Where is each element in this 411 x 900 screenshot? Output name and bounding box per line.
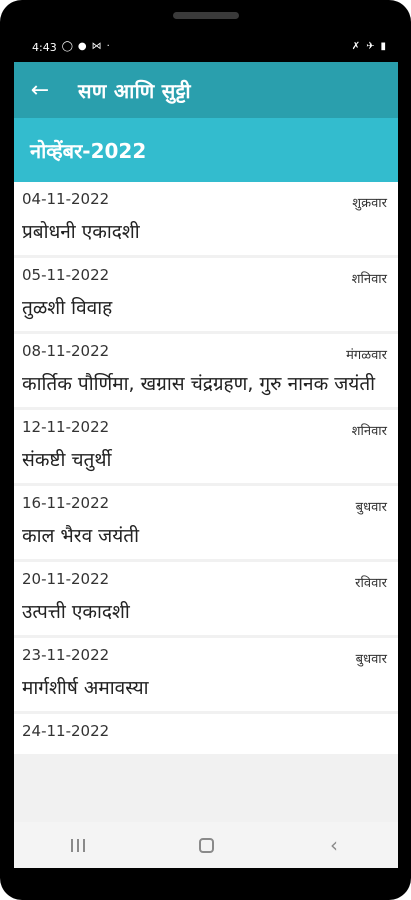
recents-button[interactable] — [48, 822, 108, 868]
system-back-button[interactable]: ‹ — [304, 822, 364, 868]
home-button[interactable] — [176, 822, 236, 868]
recents-icon — [71, 838, 85, 852]
list-item[interactable]: 20-11-2022 रविवार उत्पत्ती एकादशी — [14, 562, 398, 635]
back-button[interactable]: ← — [14, 62, 66, 118]
home-icon — [198, 837, 214, 853]
screen: 4:43 ◯ ● ⋈ · ✗ ✈ ▮ ← सण आणि सुट्टी नोव्ह… — [14, 32, 398, 868]
item-date: 23-11-2022 — [22, 646, 110, 664]
item-date: 16-11-2022 — [22, 494, 110, 512]
page-title: सण आणि सुट्टी — [78, 78, 191, 103]
back-icon: ‹ — [330, 833, 338, 857]
item-name: उत्पत्ती एकादशी — [22, 601, 130, 623]
item-date: 20-11-2022 — [22, 570, 110, 588]
item-day: बुधवार — [355, 500, 387, 515]
item-name: संकष्टी चतुर्थी — [22, 449, 112, 471]
list-item[interactable]: 04-11-2022 शुक्रवार प्रबोधनी एकादशी — [14, 182, 398, 255]
whatsapp-icon: ◯ — [61, 41, 73, 52]
airplane-icon: ✈ — [366, 41, 375, 52]
speaker-grille — [173, 12, 239, 19]
item-day: मंगळवार — [346, 348, 387, 363]
navigation-bar: ‹ — [14, 822, 398, 868]
item-name: मार्गशीर्ष अमावस्या — [22, 677, 149, 699]
message-icon: ● — [77, 41, 87, 52]
dot-icon: · — [106, 41, 110, 52]
item-date: 08-11-2022 — [22, 342, 110, 360]
mute-icon: ✗ — [351, 41, 361, 52]
list-item[interactable]: 24-11-2022 — [14, 714, 398, 754]
item-date: 05-11-2022 — [22, 266, 110, 284]
item-name: कार्तिक पौर्णिमा, खग्रास चंद्रग्रहण, गुर… — [22, 373, 376, 395]
item-day: शनिवार — [351, 424, 387, 439]
mail-icon: ⋈ — [91, 41, 102, 52]
item-day: रविवार — [355, 576, 387, 591]
item-name: प्रबोधनी एकादशी — [22, 221, 140, 243]
item-day: शनिवार — [351, 272, 387, 287]
status-time: 4:43 — [32, 40, 57, 54]
list-item[interactable]: 23-11-2022 बुधवार मार्गशीर्ष अमावस्या — [14, 638, 398, 711]
holiday-list[interactable]: 04-11-2022 शुक्रवार प्रबोधनी एकादशी 05-1… — [14, 182, 398, 822]
list-item[interactable]: 12-11-2022 शनिवार संकष्टी चतुर्थी — [14, 410, 398, 483]
list-item[interactable]: 05-11-2022 शनिवार तुळशी विवाह — [14, 258, 398, 331]
item-name: तुळशी विवाह — [22, 297, 113, 319]
app-bar: ← सण आणि सुट्टी — [14, 62, 398, 118]
arrow-left-icon: ← — [30, 77, 50, 103]
month-header: नोव्हेंबर-2022 — [14, 118, 398, 182]
status-bar: 4:43 ◯ ● ⋈ · ✗ ✈ ▮ — [14, 32, 398, 62]
battery-icon: ▮ — [380, 41, 386, 52]
item-date: 04-11-2022 — [22, 190, 110, 208]
item-name: काल भैरव जयंती — [22, 525, 140, 547]
item-date: 24-11-2022 — [22, 722, 110, 740]
list-item[interactable]: 16-11-2022 बुधवार काल भैरव जयंती — [14, 486, 398, 559]
item-day: शुक्रवार — [352, 196, 387, 211]
item-day: बुधवार — [355, 652, 387, 667]
list-item[interactable]: 08-11-2022 मंगळवार कार्तिक पौर्णिमा, खग्… — [14, 334, 398, 407]
item-date: 12-11-2022 — [22, 418, 110, 436]
phone-frame: 4:43 ◯ ● ⋈ · ✗ ✈ ▮ ← सण आणि सुट्टी नोव्ह… — [0, 0, 411, 900]
